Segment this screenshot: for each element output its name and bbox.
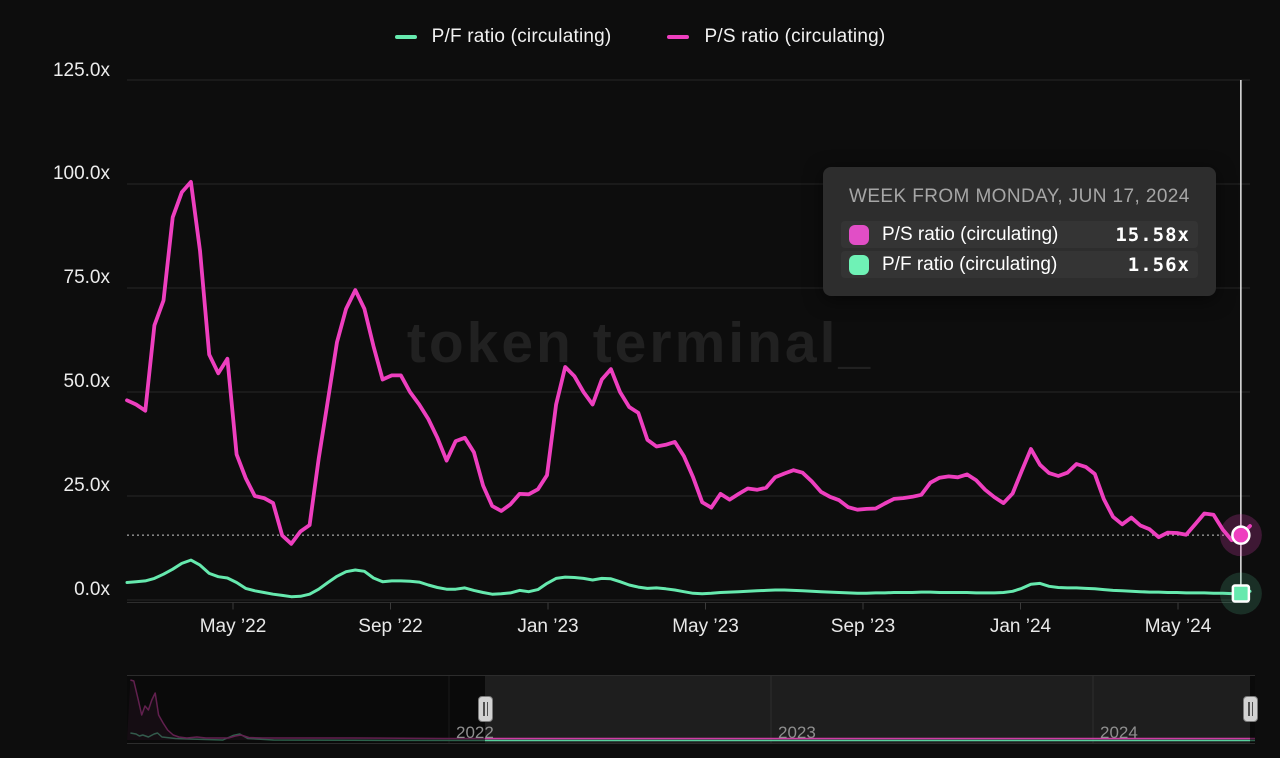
ps-swatch-icon [849,225,869,245]
navigator-year-2023: 2023 [778,723,816,743]
tooltip-title: WEEK FROM MONDAY, JUN 17, 2024 [849,186,1190,208]
tooltip-label-pf: P/F ratio (circulating) [882,254,1057,276]
chart-page: P/F ratio (circulating) P/S ratio (circu… [0,0,1280,758]
x-axis-label: May ’23 [672,616,739,637]
tooltip-row-pf: P/F ratio (circulating) 1.56x [841,251,1198,278]
tooltip-value-pf: 1.56x [1128,254,1190,276]
navigator-year-2024: 2024 [1100,723,1138,743]
navigator-mask-left[interactable] [127,675,485,744]
x-axis-label: Sep ’23 [831,616,895,637]
x-axis-label: May ’24 [1145,616,1212,637]
navigator-track[interactable] [0,675,1280,746]
x-axis-label: Jan ’23 [517,616,578,637]
navigator-year-2022: 2022 [456,723,494,743]
tooltip-value-ps: 15.58x [1115,224,1190,246]
x-axis-label: May ’22 [200,616,267,637]
pf-ratio-line [127,560,1250,597]
navigator-left-handle[interactable] [478,696,493,722]
main-chart-plot-area[interactable]: May ’22 Sep ’22 Jan ’23 May ’23 Sep ’23 Jan ’… [0,0,1280,660]
tooltip-row-ps: P/S ratio (circulating) 15.58x [841,221,1198,248]
navigator-right-handle[interactable] [1243,696,1258,722]
pf-swatch-icon [849,255,869,275]
x-axis-label: Jan ’24 [990,616,1052,637]
pf-marker [1233,586,1249,602]
ps-marker [1232,527,1249,544]
tooltip: WEEK FROM MONDAY, JUN 17, 2024 P/S ratio… [823,167,1216,296]
x-axis-label: Sep ’22 [358,616,422,637]
tooltip-label-ps: P/S ratio (circulating) [882,224,1058,246]
